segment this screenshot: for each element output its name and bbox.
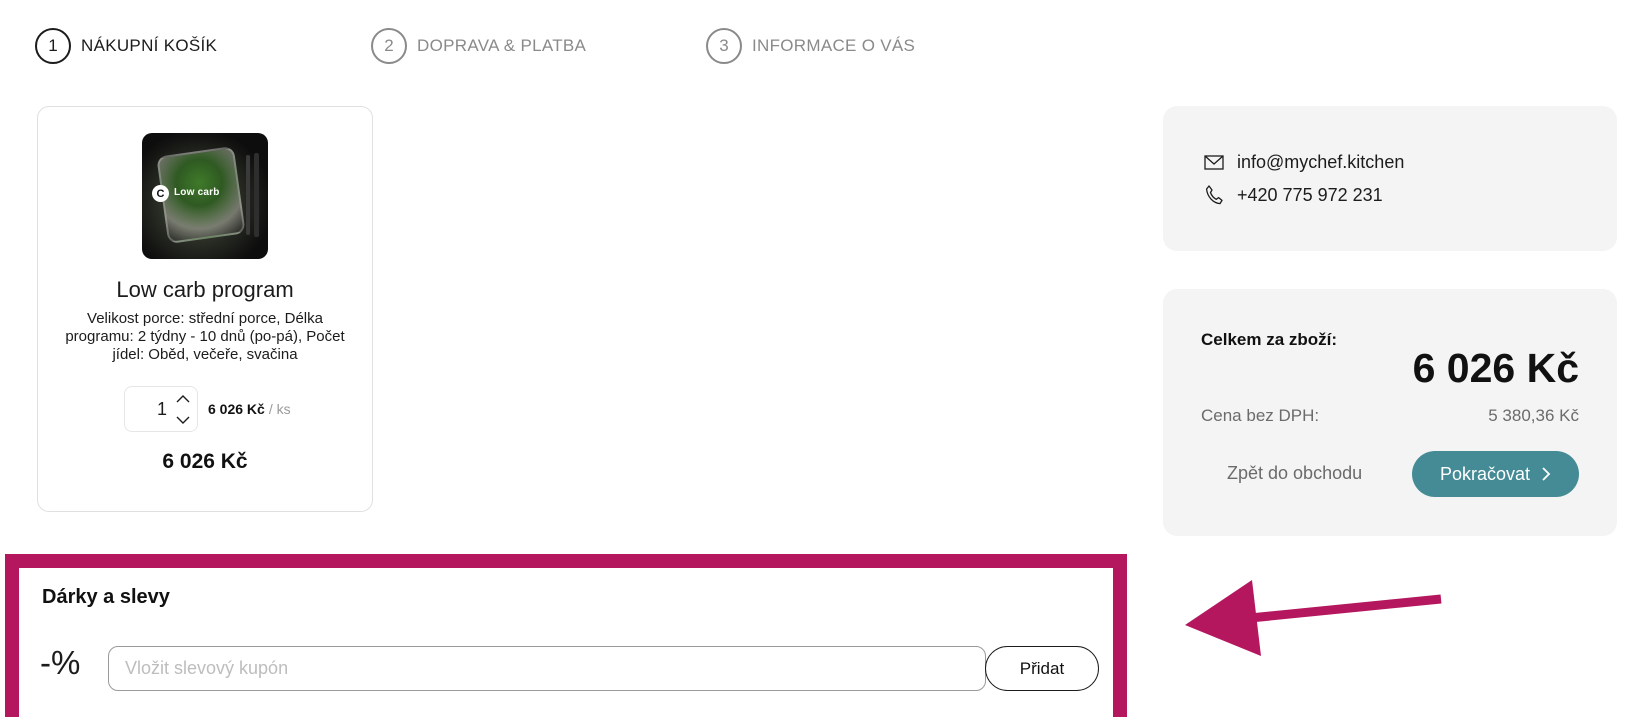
contact-phone[interactable]: +420 775 972 231 (1203, 184, 1383, 206)
brand-logo: C (152, 185, 169, 202)
step-shipping-payment[interactable]: 2 DOPRAVA & PLATBA (371, 28, 586, 64)
add-coupon-button[interactable]: Přidat (985, 646, 1099, 691)
contact-panel: info@mychef.kitchen +420 775 972 231 (1163, 106, 1617, 251)
product-image[interactable]: C Low carb (142, 133, 268, 259)
back-to-shop-link[interactable]: Zpět do obchodu (1227, 463, 1362, 484)
product-image-badge: Low carb (174, 187, 220, 198)
contact-email-text[interactable]: info@mychef.kitchen (1237, 152, 1404, 173)
step-number: 2 (371, 28, 407, 64)
coupon-input[interactable] (108, 646, 986, 691)
chevron-right-icon (1542, 467, 1551, 481)
item-total: 6 026 Kč (162, 450, 248, 473)
unit-suffix: / ks (268, 401, 291, 417)
step-number: 3 (706, 28, 742, 64)
cart-item-card: C Low carb Low carb program Velikost por… (37, 106, 373, 512)
chevron-down-icon[interactable] (175, 413, 191, 427)
annotation-arrow-icon (1185, 580, 1442, 656)
contact-phone-text[interactable]: +420 775 972 231 (1237, 185, 1383, 206)
step-number: 1 (35, 28, 71, 64)
summary-title: Celkem za zboží: (1201, 330, 1338, 349)
continue-button[interactable]: Pokračovat (1412, 451, 1579, 497)
step-label: DOPRAVA & PLATBA (417, 36, 587, 55)
net-price-label: Cena bez DPH: (1201, 406, 1320, 425)
envelope-icon (1203, 151, 1225, 173)
knife-graphic (254, 153, 259, 237)
product-name[interactable]: Low carb program (38, 277, 372, 303)
step-label: NÁKUPNÍ KOŠÍK (81, 36, 218, 55)
percent-icon: -% (40, 644, 81, 681)
quantity-value[interactable]: 1 (145, 399, 167, 420)
discount-section: Dárky a slevy -% Přidat (5, 554, 1127, 717)
quantity-row: 1 6 026 Kč / ks (124, 386, 291, 432)
quantity-stepper[interactable]: 1 (124, 386, 198, 432)
order-summary: Celkem za zboží: 6 026 Kč Cena bez DPH: … (1163, 289, 1617, 536)
phone-icon (1203, 184, 1225, 206)
step-cart[interactable]: 1 NÁKUPNÍ KOŠÍK (35, 28, 217, 64)
discount-title: Dárky a slevy (42, 586, 170, 608)
step-customer-info[interactable]: 3 INFORMACE O VÁS (706, 28, 915, 64)
product-description: Velikost porce: střední porce, Délka pro… (65, 310, 345, 363)
continue-label: Pokračovat (1439, 463, 1531, 484)
contact-email[interactable]: info@mychef.kitchen (1203, 151, 1404, 173)
fork-graphic (246, 155, 250, 235)
chevron-up-icon[interactable] (175, 391, 191, 405)
summary-total: 6 026 Kč (1412, 345, 1579, 391)
net-price-value: 5 380,36 Kč (1488, 406, 1579, 425)
step-label: INFORMACE O VÁS (752, 36, 916, 55)
unit-price: 6 026 Kč (208, 401, 265, 417)
